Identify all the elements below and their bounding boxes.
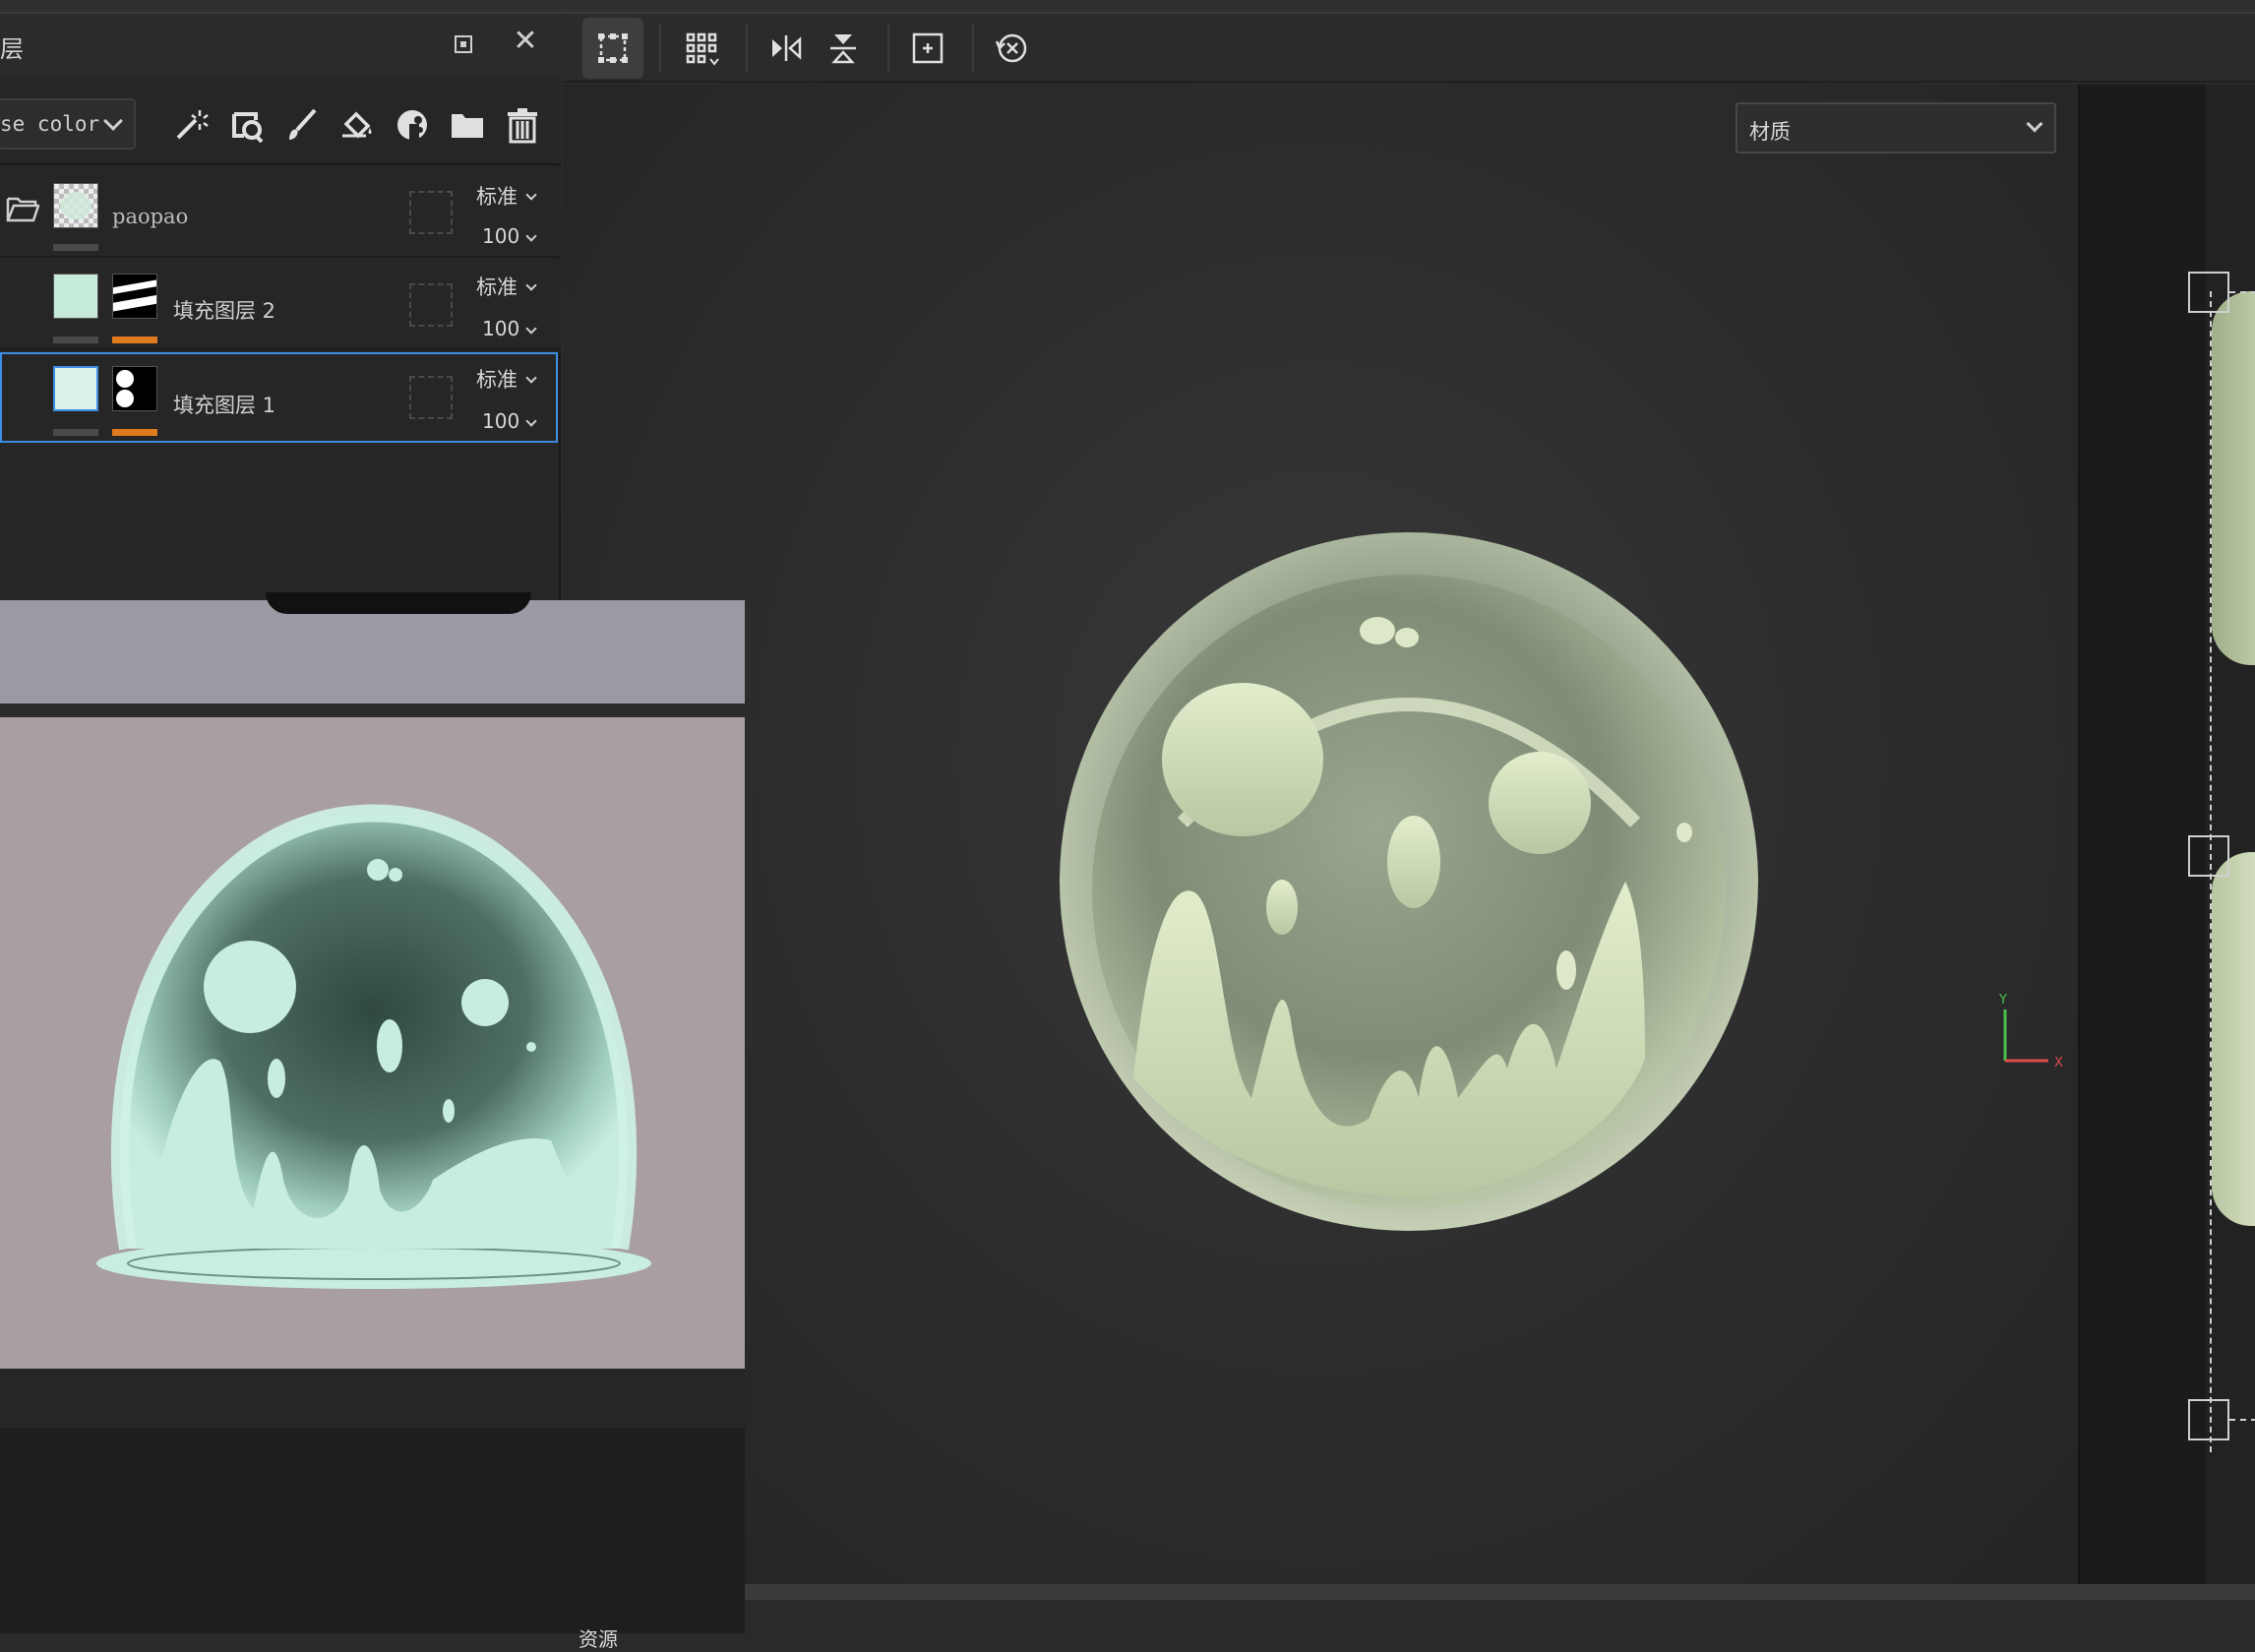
float-panel-icon[interactable] [455, 35, 472, 53]
axis-x-label: X [2054, 1056, 2063, 1071]
transform-handle[interactable] [2188, 272, 2229, 313]
chevron-down-icon [525, 189, 537, 201]
toolbar-separator [887, 24, 889, 73]
axis-gizmo: Y X [1998, 993, 2063, 1071]
layer-name: 填充图层 1 [173, 394, 276, 417]
reference-image-top [0, 592, 745, 704]
reference-footer [0, 1369, 745, 1428]
reference-separator [0, 704, 745, 717]
mask-slot[interactable] [409, 376, 453, 419]
paint-brush-icon[interactable] [283, 106, 321, 144]
bottom-dock [745, 1600, 2255, 1652]
2d-view-panel[interactable] [2078, 85, 2255, 1584]
mask-bar [112, 429, 157, 436]
chevron-down-icon [103, 111, 123, 131]
layer-opacity[interactable]: 100 [482, 224, 519, 248]
mask-thumbnail [112, 366, 157, 411]
chevron-down-icon [525, 279, 537, 291]
toolbar-separator [659, 24, 661, 73]
2d-uv-shape [2212, 852, 2255, 1226]
trash-icon[interactable] [504, 106, 541, 144]
frame-icon[interactable] [897, 18, 958, 79]
selection-outline [2229, 291, 2255, 293]
viewport-bottom-bar [745, 1584, 2255, 1600]
mirror-x-icon[interactable] [756, 18, 817, 79]
reset-view-icon[interactable] [982, 18, 1043, 79]
bubble-3d-model [1060, 532, 1758, 1231]
2d-uv-shape [2212, 291, 2255, 665]
material-select-value: 材质 [1749, 120, 1791, 144]
reference-blank-area [0, 1428, 745, 1633]
layer-name: 填充图层 2 [173, 299, 276, 323]
fill-bucket-icon[interactable] [338, 106, 376, 144]
selection-outline [2229, 1419, 2255, 1421]
3d-viewport[interactable]: 材质 Y X [563, 85, 2078, 1584]
assets-tab[interactable]: 资源 [579, 1623, 618, 1652]
layer-row-fill-2[interactable]: 填充图层 2 标准 100 [0, 260, 561, 350]
channel-select-value: se color [0, 112, 100, 136]
layer-name: paopao [112, 205, 189, 228]
layer-row-paopao[interactable]: paopao 标准 100 [0, 167, 561, 258]
mask-thumbnail [112, 274, 157, 319]
layer-thumbnail [53, 366, 98, 411]
layer-opacity[interactable]: 100 [482, 317, 519, 340]
bottom-left-dock [0, 1633, 745, 1652]
chevron-down-icon [525, 230, 537, 242]
layer-bar [53, 337, 98, 343]
panel-title: 层 [0, 35, 24, 63]
blend-mode[interactable]: 标准 [476, 181, 518, 211]
mirror-y-icon[interactable] [813, 18, 874, 79]
grid-icon[interactable] [671, 18, 732, 79]
generator-icon[interactable] [394, 106, 431, 144]
layer-opacity[interactable]: 100 [482, 409, 519, 433]
material-select[interactable]: 材质 [1736, 102, 2056, 153]
layer-row-fill-1[interactable]: 填充图层 1 标准 100 [0, 352, 558, 443]
layer-bar [53, 244, 98, 251]
chevron-down-icon [2026, 115, 2043, 133]
toolbar-separator [972, 24, 974, 73]
mask-bar [112, 337, 157, 343]
blend-mode[interactable]: 标准 [476, 272, 518, 301]
chevron-down-icon [525, 372, 537, 384]
mask-slot[interactable] [409, 283, 453, 327]
reference-image [0, 717, 745, 1369]
transform-handle[interactable] [2188, 835, 2229, 877]
layer-thumbnail [53, 274, 98, 319]
toolbar-separator [746, 24, 748, 73]
mask-slot[interactable] [409, 191, 453, 234]
blend-mode[interactable]: 标准 [476, 364, 518, 394]
smart-mask-icon[interactable] [228, 106, 266, 144]
layers-panel-header: 层 ✕ [0, 14, 561, 77]
layer-bar [53, 429, 98, 436]
folder-open-icon[interactable] [6, 195, 40, 226]
top-strip [0, 0, 2255, 14]
selection-icon[interactable] [582, 18, 643, 79]
transform-handle[interactable] [2188, 1399, 2229, 1440]
reference-image-window[interactable] [0, 592, 745, 1633]
chevron-down-icon [525, 323, 537, 335]
layer-thumbnail [53, 183, 98, 228]
close-icon[interactable]: ✕ [510, 26, 541, 57]
magic-wand-icon[interactable] [172, 106, 210, 144]
folder-icon[interactable] [449, 106, 486, 144]
viewport-toolbar [563, 14, 2255, 83]
layers-panel: 层 ✕ se color paopao 标准 100 填充图层 2 标准 100… [0, 14, 561, 600]
channel-select[interactable]: se color [0, 98, 136, 150]
layers-toolbar: se color [0, 77, 561, 165]
axis-y-label: Y [1998, 993, 2007, 1008]
chevron-down-icon [525, 415, 537, 427]
